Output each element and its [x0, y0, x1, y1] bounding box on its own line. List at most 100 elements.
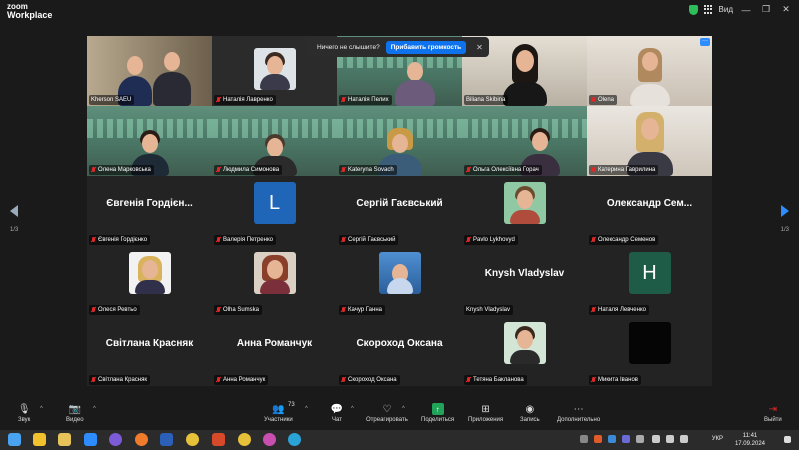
mic-muted-icon [91, 237, 96, 243]
increase-volume-button[interactable]: Прибавить громкость [385, 40, 467, 54]
video-tile[interactable]: Олеся Ревтьо [87, 246, 212, 316]
firefox-icon[interactable] [135, 433, 148, 446]
participant-name-label: Kherson SAEU [89, 95, 135, 105]
participant-name-label: Катерина Гаврилина [589, 165, 659, 175]
logo-line-2: Workplace [7, 10, 53, 20]
share-button[interactable]: ↑ Поделиться [421, 403, 454, 423]
zoom-logo: zoom Workplace [7, 3, 53, 20]
profile-photo [503, 322, 546, 364]
apps-button[interactable]: ⊞ Приложения [468, 403, 503, 424]
tray-app-icon[interactable] [636, 435, 644, 443]
volume-icon[interactable] [666, 435, 674, 443]
leave-button[interactable]: ⇥ Выйти [764, 403, 782, 424]
video-tile[interactable]: Людмила Симонова [212, 106, 337, 176]
record-button[interactable]: ◉ Запись [520, 403, 540, 424]
clock-date: 17.09.2024 [734, 441, 765, 447]
mic-muted-icon [216, 167, 221, 173]
participant-name-label: Олена Марковська [89, 165, 154, 175]
tray-app-icon[interactable] [580, 435, 588, 443]
audio-button[interactable]: 🎙 Звук [18, 403, 31, 424]
participant-name-label: Валерія Петренко [214, 235, 276, 245]
close-icon[interactable]: ✕ [476, 43, 483, 52]
video-tile[interactable]: Тетяна Бакланова [462, 316, 587, 386]
system-clock[interactable]: 11:41 17.09.2024 [735, 432, 765, 448]
video-tile[interactable]: Ольга Олексіївна Горач [462, 106, 587, 176]
participant-name-label: Людмила Симонова [214, 165, 283, 175]
participant-name-label: Євгенія Гордієнко [89, 235, 151, 245]
notifications-icon[interactable] [784, 436, 791, 443]
audio-options-chevron-icon[interactable]: ^ [40, 406, 43, 412]
app-icon[interactable] [212, 433, 225, 446]
chrome-icon[interactable] [238, 433, 251, 446]
tray-app-icon[interactable] [594, 435, 602, 443]
mic-muted-icon [216, 237, 221, 243]
participants-options-chevron-icon[interactable]: ^ [305, 406, 308, 412]
participant-name-label: Олександр Семенов [589, 235, 659, 245]
tile-options-icon[interactable]: ··· [700, 38, 710, 46]
react-options-chevron-icon[interactable]: ^ [402, 406, 405, 412]
view-grid-icon[interactable] [703, 5, 713, 14]
explorer-icon[interactable] [33, 433, 46, 446]
participant-name-label: Олеся Ревтьо [89, 305, 140, 315]
video-tile[interactable]: Kateryna Sovach [337, 106, 462, 176]
video-tile[interactable]: Скороход Оксана Скороход Оксана [337, 316, 462, 386]
participant-name-label: Kateryna Sovach [339, 165, 397, 175]
video-tile[interactable]: Анна Романчук Анна Романчук [212, 316, 337, 386]
video-tile[interactable]: Олександр Сем... Олександр Семенов [587, 176, 712, 246]
previous-page-icon[interactable] [10, 205, 18, 217]
minimize-icon[interactable]: — [739, 5, 753, 15]
participant-name-label: Микита Іванов [589, 375, 641, 385]
video-tile[interactable]: Сергій Гаєвський Сергій Гаєвський [337, 176, 462, 246]
video-tile[interactable]: Євгенія Гордієн... Євгенія Гордієнко [87, 176, 212, 246]
mic-muted-icon [591, 237, 596, 243]
participant-head [126, 56, 143, 75]
maximize-icon[interactable]: ❐ [759, 4, 773, 15]
zoom-app-icon[interactable] [84, 433, 97, 446]
os-taskbar: УКР 11:41 17.09.2024 [0, 430, 799, 450]
viber-icon[interactable] [109, 433, 122, 446]
page-indicator-left: 1/3 [10, 227, 19, 233]
video-tile[interactable]: Світлана Красняк Світлана Красняк [87, 316, 212, 386]
heart-icon: ♡ [382, 403, 392, 415]
participant-name-label: Olena [589, 95, 618, 105]
language-indicator[interactable]: УКР [712, 436, 723, 442]
video-tile[interactable]: Олена Марковська [87, 106, 212, 176]
more-button[interactable]: ⋯ Дополнительно [557, 403, 600, 424]
telegram-icon[interactable] [288, 433, 301, 446]
video-tile[interactable]: Катерина Гаврилина [587, 106, 712, 176]
participant-name-label: Скороход Оксана [339, 375, 400, 385]
video-button[interactable]: 📷 Видео [66, 403, 84, 424]
video-tile[interactable]: L Валерія Петренко [212, 176, 337, 246]
chrome-icon[interactable] [186, 433, 199, 446]
folder-icon[interactable] [58, 433, 71, 446]
encryption-shield-icon[interactable] [688, 4, 698, 15]
chrome-profile-icon[interactable] [263, 433, 276, 446]
chat-button[interactable]: 💬 Чат [331, 403, 343, 424]
video-tile[interactable]: H Наталя Левченко [587, 246, 712, 316]
view-button[interactable]: Вид [719, 5, 733, 14]
word-icon[interactable] [160, 433, 173, 446]
next-page-icon[interactable] [781, 205, 789, 217]
chat-options-chevron-icon[interactable]: ^ [351, 406, 354, 412]
video-tile[interactable]: Pavlo Lykhovyd [462, 176, 587, 246]
participant-name-label: Качур Ганна [339, 305, 385, 315]
network-icon[interactable] [652, 435, 660, 443]
participant-name-label: Тетяна Бакланова [464, 375, 527, 385]
mic-muted-icon [341, 307, 346, 313]
profile-photo [378, 252, 421, 294]
battery-icon[interactable] [680, 435, 688, 443]
video-tile[interactable]: Микита Іванов [587, 316, 712, 386]
participant-name-card: Скороход Оксана [356, 338, 443, 349]
tray-app-icon[interactable] [622, 435, 630, 443]
video-tile[interactable]: Kherson SAEU [87, 36, 212, 106]
video-tile[interactable]: Olha Sumska [212, 246, 337, 316]
audio-notice-text: Ничего не слышите? [317, 43, 380, 51]
close-icon[interactable]: ✕ [779, 4, 793, 15]
windows-start-icon[interactable] [8, 433, 21, 446]
video-tile[interactable]: Olena [587, 36, 712, 106]
tray-app-icon[interactable] [608, 435, 616, 443]
video-tile[interactable]: Качур Ганна [337, 246, 462, 316]
video-options-chevron-icon[interactable]: ^ [93, 406, 96, 412]
zoom-window: zoom Workplace Вид — ❐ ✕ Kherson SAEU На… [0, 0, 799, 450]
video-tile[interactable]: Knysh Vladyslav Knysh Vladyslav [462, 246, 587, 316]
